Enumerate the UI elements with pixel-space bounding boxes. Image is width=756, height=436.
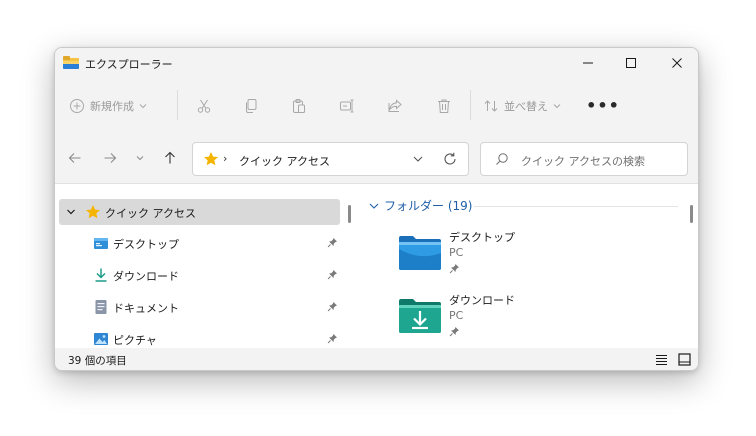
content-pane-scrollbar[interactable]	[690, 205, 693, 223]
desktop-folder-icon	[399, 236, 441, 270]
search-placeholder: クイック アクセスの検索	[521, 155, 645, 168]
more-options-button[interactable]: •••	[585, 80, 621, 131]
title-bar: エクスプローラー	[55, 48, 698, 80]
navigation-pane-scrollbar[interactable]	[348, 205, 351, 223]
nav-item-downloads[interactable]: ダウンロード	[55, 260, 343, 290]
chevron-down-icon	[136, 156, 144, 161]
paste-icon	[293, 98, 305, 113]
star-icon	[86, 205, 100, 219]
content-pane: フォルダー (19) デスクトップ PC ダウンロード PC	[358, 185, 688, 348]
downloads-folder-icon	[399, 299, 441, 333]
plus-circle-icon	[70, 98, 84, 113]
nav-item-desktop[interactable]: デスクトップ	[55, 228, 343, 258]
breadcrumb-separator: ›	[223, 152, 228, 165]
large-icons-view-icon[interactable]	[678, 353, 691, 366]
up-button[interactable]	[158, 146, 182, 170]
rename-button[interactable]	[332, 80, 362, 131]
folder-name: ダウンロード	[449, 294, 515, 307]
nav-item-label: ドキュメント	[113, 302, 179, 315]
maximize-button[interactable]	[608, 48, 654, 78]
forward-button[interactable]	[98, 146, 122, 170]
paste-button[interactable]	[284, 80, 314, 131]
nav-item-label: デスクトップ	[113, 238, 179, 251]
pin-icon	[327, 270, 337, 280]
nav-item-label: ダウンロード	[113, 270, 179, 283]
star-icon	[204, 152, 218, 166]
new-button-label: 新規作成	[90, 99, 134, 113]
sort-button-label: 並べ替え	[504, 99, 548, 113]
maximize-icon	[626, 58, 636, 68]
chevron-down-icon[interactable]	[411, 152, 425, 166]
sort-icon	[484, 99, 498, 112]
cut-button[interactable]	[189, 80, 219, 131]
share-icon	[388, 98, 402, 112]
status-bar: 39 個の項目	[55, 348, 698, 370]
nav-item-label: ピクチャ	[113, 334, 157, 347]
arrow-left-icon	[68, 153, 81, 163]
recent-locations-button[interactable]	[129, 146, 151, 170]
details-view-icon[interactable]	[655, 353, 668, 366]
desktop-folder-icon	[94, 238, 108, 249]
arrow-up-icon	[165, 151, 175, 164]
file-explorer-app-icon	[63, 56, 79, 69]
group-divider	[474, 206, 678, 207]
copy-icon	[246, 98, 257, 113]
pin-icon	[327, 302, 337, 312]
download-icon	[95, 268, 107, 282]
document-icon	[95, 300, 107, 314]
nav-item-label: クイック アクセス	[105, 207, 196, 220]
nav-item-documents[interactable]: ドキュメント	[55, 292, 343, 322]
arrow-right-icon	[104, 153, 117, 163]
minimize-icon	[583, 62, 593, 64]
folder-tile-downloads[interactable]: ダウンロード PC	[396, 292, 656, 348]
command-separator	[177, 90, 178, 120]
picture-icon	[94, 333, 108, 345]
close-button[interactable]	[654, 48, 698, 78]
close-icon	[672, 58, 682, 68]
explorer-window: エクスプローラー 新規作成 並べ替え ••• › クイック アクセス クイック …	[54, 47, 699, 371]
chevron-down-icon	[139, 103, 147, 108]
refresh-icon[interactable]	[442, 151, 458, 167]
copy-button[interactable]	[236, 80, 266, 131]
breadcrumb-location[interactable]: クイック アクセス	[239, 153, 330, 169]
scissors-icon	[197, 99, 211, 113]
pin-icon	[449, 264, 459, 274]
folder-name: デスクトップ	[449, 231, 515, 244]
chevron-down-icon[interactable]	[65, 206, 77, 218]
sort-button[interactable]: 並べ替え	[483, 80, 573, 131]
rename-icon	[340, 99, 354, 112]
folder-tile-desktop[interactable]: デスクトップ PC	[396, 229, 656, 285]
delete-button[interactable]	[429, 80, 459, 131]
search-icon	[496, 153, 508, 165]
command-bar: 新規作成 並べ替え •••	[55, 80, 698, 131]
back-button[interactable]	[63, 146, 87, 170]
new-button[interactable]: 新規作成	[69, 80, 165, 131]
navigation-bar: › クイック アクセス クイック アクセスの検索	[55, 131, 698, 184]
pin-icon	[449, 327, 459, 337]
minimize-button[interactable]	[565, 48, 611, 78]
folder-location: PC	[449, 309, 464, 322]
trash-icon	[438, 99, 450, 113]
window-title: エクスプローラー	[85, 58, 173, 71]
search-box[interactable]: クイック アクセスの検索	[480, 142, 688, 176]
chevron-down-icon	[369, 203, 379, 209]
pin-icon	[327, 334, 337, 344]
nav-item-quick-access[interactable]: クイック アクセス	[59, 199, 340, 225]
share-button[interactable]	[380, 80, 410, 131]
navigation-pane: クイック アクセス デスクトップ ダウンロード ドキュメント ピクチャ	[55, 185, 343, 348]
item-count: 39 個の項目	[68, 355, 127, 367]
pin-icon	[327, 238, 337, 248]
chevron-down-icon	[553, 103, 561, 108]
folders-group-title: フォルダー (19)	[384, 199, 473, 213]
folders-group-header[interactable]: フォルダー (19)	[368, 197, 472, 214]
command-separator	[470, 90, 471, 120]
address-bar[interactable]: › クイック アクセス	[192, 142, 469, 176]
folder-location: PC	[449, 246, 464, 259]
